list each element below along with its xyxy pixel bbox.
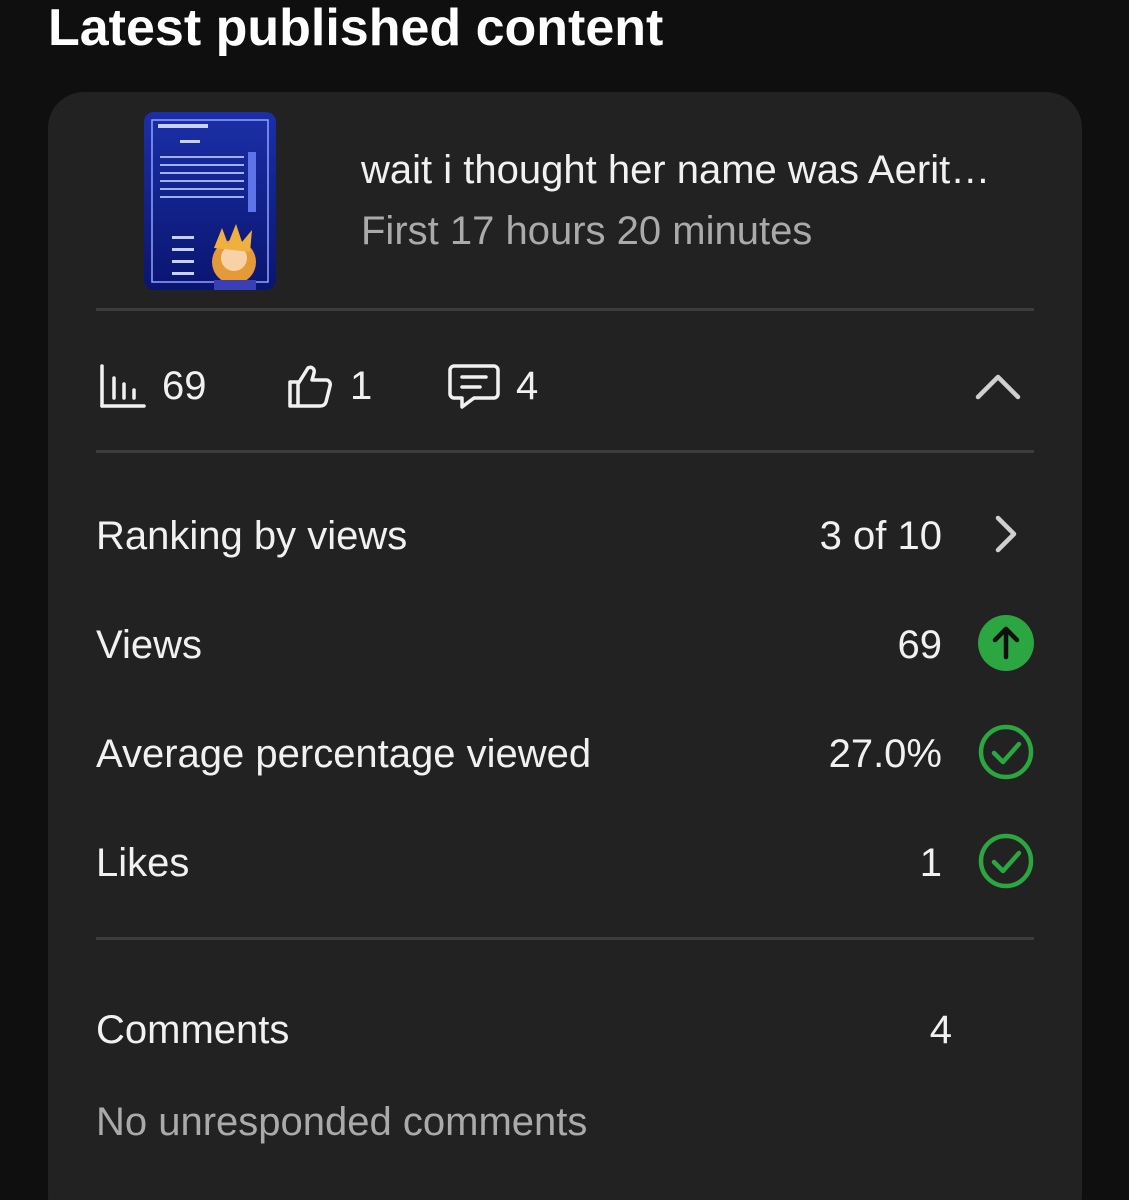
arrow-up-circle-icon (978, 615, 1034, 671)
comments-status: No unresponded comments (96, 1100, 588, 1144)
likes-count: 1 (350, 363, 373, 408)
avg-percentage-value: 27.0% (828, 732, 942, 776)
avg-percentage-row: Average percentage viewed 27.0% (96, 722, 1034, 782)
views-count: 69 (162, 363, 207, 408)
ranking-label: Ranking by views (96, 514, 408, 558)
comments-label: Comments (96, 1008, 290, 1052)
latest-content-card: wait i thought her name was Aerit… First… (48, 92, 1082, 1200)
views-row: Views 69 (96, 613, 1034, 673)
ranking-row[interactable]: Ranking by views 3 of 10 (96, 504, 1034, 564)
bar-chart-icon (100, 364, 146, 408)
likes-value: 1 (919, 841, 942, 885)
thumbnail-image (144, 112, 276, 290)
divider (96, 450, 1034, 453)
views-label: Views (96, 623, 202, 667)
comments-row[interactable]: Comments 4 (96, 998, 1034, 1058)
comments-count: 4 (516, 363, 539, 408)
views-indicator (978, 615, 1034, 671)
likes-label: Likes (96, 841, 190, 885)
views-value: 69 (897, 623, 943, 667)
divider (96, 308, 1034, 311)
likes-indicator (978, 833, 1034, 889)
check-circle-icon (978, 724, 1034, 780)
comments-value: 4 (929, 1008, 952, 1052)
comment-icon (448, 364, 500, 409)
divider (96, 937, 1034, 940)
video-age-label: First 17 hours 20 minutes (361, 209, 813, 253)
avg-percentage-indicator (978, 724, 1034, 780)
likes-row: Likes 1 (96, 831, 1034, 891)
video-title[interactable]: wait i thought her name was Aerit… (361, 148, 990, 193)
ranking-chevron[interactable] (978, 506, 1034, 562)
avg-percentage-label: Average percentage viewed (96, 732, 592, 776)
views-stat: 69 (98, 360, 207, 412)
check-circle-icon (978, 833, 1034, 889)
likes-stat: 1 (286, 360, 372, 412)
video-thumbnail[interactable] (144, 112, 276, 290)
comments-stat: 4 (448, 360, 538, 412)
chevron-right-icon (995, 515, 1017, 553)
analytics-page: Latest published content wait i thought … (0, 0, 1129, 1200)
section-title: Latest published content (48, 0, 664, 57)
chevron-up-icon (975, 374, 1021, 400)
ranking-value: 3 of 10 (819, 514, 942, 558)
collapse-button[interactable] (970, 358, 1026, 414)
thumbs-up-icon (288, 365, 332, 408)
